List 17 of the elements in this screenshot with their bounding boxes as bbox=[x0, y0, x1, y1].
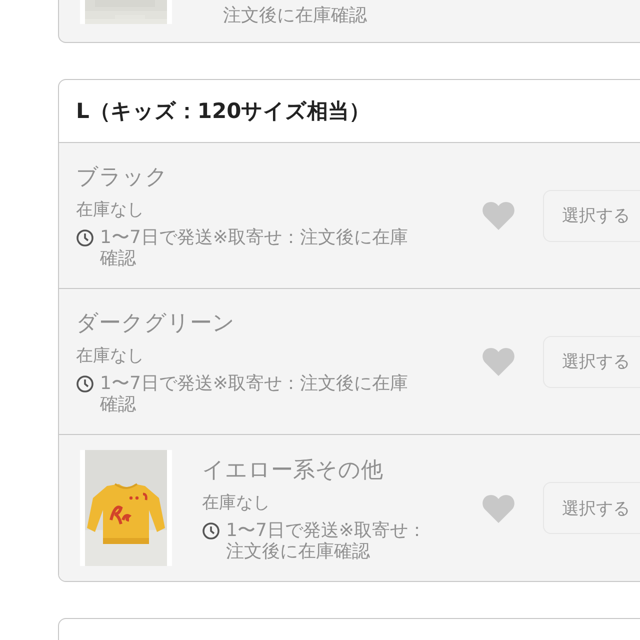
color-name: ブラック bbox=[76, 164, 169, 192]
heart-icon bbox=[482, 494, 515, 522]
delivery-text: 1〜7日で発送※取寄せ：注文後に在庫確認 bbox=[100, 227, 409, 269]
stock-status: 在庫なし bbox=[76, 199, 145, 221]
stock-status: 在庫なし bbox=[76, 345, 145, 367]
delivery-text: 1〜7日で発送※取寄せ：注文後に在庫確認 bbox=[100, 373, 409, 415]
clock-icon bbox=[202, 522, 220, 540]
delivery-text: 1〜7日で発送※取寄せ：注文後に在庫確認 bbox=[226, 520, 427, 562]
heart-icon bbox=[482, 347, 515, 376]
delivery-text: 注文後に在庫確認 bbox=[223, 6, 367, 26]
color-name: ダークグリーン bbox=[76, 310, 236, 338]
stock-status: 在庫なし bbox=[202, 492, 271, 514]
clock-icon bbox=[76, 229, 94, 247]
color-name: イエロー系その他 bbox=[202, 456, 384, 484]
clock-icon bbox=[76, 375, 94, 393]
heart-icon bbox=[482, 201, 515, 230]
size-title: L（キッズ：120サイズ相当） bbox=[76, 98, 370, 125]
